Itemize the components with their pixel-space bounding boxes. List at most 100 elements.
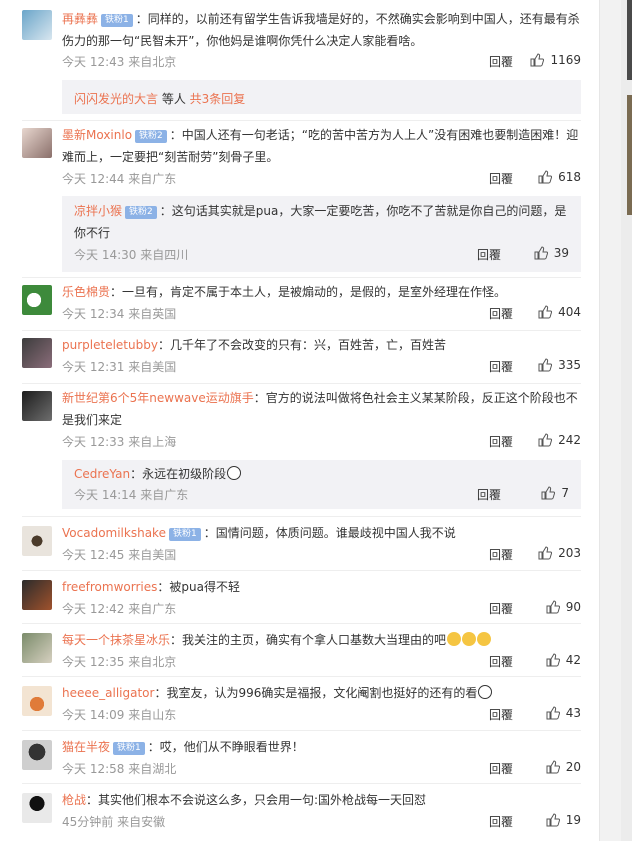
- reply-text: ：永远在初级阶段: [130, 467, 227, 481]
- reply-button[interactable]: 回覆: [489, 706, 513, 723]
- sidebar-image: [627, 95, 632, 215]
- divider: [22, 330, 581, 331]
- avatar[interactable]: [22, 10, 52, 40]
- reply-button[interactable]: 回覆: [489, 813, 513, 830]
- comment-body: purpleteletubby：几千年了不会改变的只有：兴，百姓苦，亡，百姓苦: [62, 334, 581, 356]
- avatar[interactable]: [22, 686, 52, 716]
- like-button[interactable]: 404: [538, 305, 581, 319]
- comment-time: 45分钟前 来自安徽: [62, 815, 166, 829]
- reply-button[interactable]: 回覆: [489, 305, 513, 322]
- expand-user: 闪闪发光的大言: [74, 92, 159, 106]
- username-link[interactable]: 每天一个抹茶星冰乐: [62, 633, 170, 647]
- username-link[interactable]: Vocadomilkshake: [62, 526, 166, 540]
- fan-badge[interactable]: 铁粉2: [125, 206, 157, 219]
- comment-time: 今天 12:44 来自广东: [62, 172, 177, 186]
- username-link[interactable]: 乐色棉贵: [62, 285, 110, 299]
- fan-badge[interactable]: 铁粉1: [113, 742, 145, 755]
- avatar[interactable]: [22, 633, 52, 663]
- reply-button[interactable]: 回覆: [489, 358, 513, 375]
- expand-replies-link[interactable]: 闪闪发光的大言 等人 共3条回复: [74, 90, 245, 107]
- avatar[interactable]: [22, 580, 52, 610]
- comment-time: 今天 12:34 来自英国: [62, 307, 177, 321]
- divider: [22, 120, 581, 121]
- thumb-up-icon: [541, 486, 556, 500]
- like-button[interactable]: 1169: [530, 53, 581, 67]
- like-button[interactable]: 203: [538, 546, 581, 560]
- thumb-up-icon: [530, 53, 545, 67]
- avatar[interactable]: [22, 128, 52, 158]
- reply-button[interactable]: 回覆: [489, 170, 513, 187]
- comment-time: 今天 12:58 来自湖北: [62, 762, 177, 776]
- divider: [22, 730, 581, 731]
- reply-button[interactable]: 回覆: [477, 246, 501, 263]
- fan-badge[interactable]: 铁粉1: [101, 14, 133, 27]
- like-button[interactable]: 618: [538, 170, 581, 184]
- divider: [22, 383, 581, 384]
- comment-time: 今天 12:31 来自美国: [62, 360, 177, 374]
- like-button[interactable]: 90: [546, 600, 581, 614]
- username-link[interactable]: 凉拌小猴: [74, 204, 122, 218]
- reply-button[interactable]: 回覆: [489, 433, 513, 450]
- username-link[interactable]: CedreYan: [74, 467, 130, 481]
- avatar[interactable]: [22, 338, 52, 368]
- comment-body: 新世纪第6个5年newwave运动旗手：官方的说法叫做将色社会主义某某阶段，反正…: [62, 387, 581, 431]
- comment-body: heeee_alligator：我室友，认为996确实是福报，文化阉割也挺好的还…: [62, 682, 581, 704]
- username-link[interactable]: heeee_alligator: [62, 686, 154, 700]
- like-button[interactable]: 19: [546, 813, 581, 827]
- comment-meta: 今天 12:58 来自湖北 回覆 20: [62, 760, 581, 780]
- username-link[interactable]: purpleteletubby: [62, 338, 158, 352]
- comment-time: 今天 12:33 来自上海: [62, 435, 177, 449]
- comment-meta: 今天 14:09 来自山东 回覆 43: [62, 706, 581, 726]
- avatar[interactable]: [22, 793, 52, 823]
- comment-meta: 45分钟前 来自安徽 回覆 19: [62, 813, 581, 833]
- comment-body: Vocadomilkshake 铁粉1 ：国情问题，体质问题。谁最歧视中国人我不说: [62, 522, 581, 544]
- reply-time: 今天 14:14 来自广东: [74, 488, 189, 502]
- like-count: 1169: [550, 53, 581, 67]
- reply-button[interactable]: 回覆: [489, 546, 513, 563]
- like-button[interactable]: 43: [546, 706, 581, 720]
- avatar[interactable]: [22, 740, 52, 770]
- reply-button[interactable]: 回覆: [489, 760, 513, 777]
- username-link[interactable]: 墨新Moxinlo: [62, 128, 132, 142]
- thumb-up-icon: [538, 170, 553, 184]
- like-button[interactable]: 7: [541, 486, 569, 500]
- thumb-up-icon: [546, 706, 560, 720]
- thumb-up-icon: [546, 653, 560, 667]
- like-button[interactable]: 242: [538, 433, 581, 447]
- comment-body: freefromworries：被pua得不轻: [62, 576, 581, 598]
- avatar[interactable]: [22, 285, 52, 315]
- thumb-up-icon: [546, 600, 560, 614]
- fan-badge[interactable]: 铁粉2: [135, 130, 167, 143]
- username-link[interactable]: 再彝彝: [62, 12, 98, 26]
- like-button[interactable]: 20: [546, 760, 581, 774]
- like-button[interactable]: 42: [546, 653, 581, 667]
- like-button[interactable]: 39: [534, 246, 569, 260]
- username-link[interactable]: 新世纪第6个5年newwave运动旗手: [62, 391, 254, 405]
- divider: [22, 516, 581, 517]
- comment-body: 猫在半夜 铁粉1 ：哎，他们从不睁眼看世界！: [62, 736, 581, 758]
- comment-meta: 今天 12:45 来自美国 回覆 203: [62, 546, 581, 566]
- comment-text: ：我关注的主页，确实有个拿人口基数大当理由的吧: [170, 633, 447, 647]
- thumb-up-icon: [546, 813, 560, 827]
- comment-text: ：哎，他们从不睁眼看世界！: [147, 740, 304, 754]
- replies-expand-box[interactable]: 闪闪发光的大言 等人 共3条回复: [62, 80, 581, 114]
- username-link[interactable]: 枪战: [62, 793, 86, 807]
- divider: [22, 623, 581, 624]
- username-link[interactable]: 猫在半夜: [62, 740, 110, 754]
- sub-reply: 凉拌小猴 铁粉2 ：这句话其实就是pua，大家一定要吃苦，你吃不了苦就是你自己的问题…: [62, 196, 581, 272]
- emoji-icon: [477, 632, 492, 646]
- sub-reply-body: 凉拌小猴 铁粉2 ：这句话其实就是pua，大家一定要吃苦，你吃不了苦就是你自己的问题…: [74, 200, 569, 244]
- like-button[interactable]: 335: [538, 358, 581, 372]
- reply-button[interactable]: 回覆: [489, 600, 513, 617]
- reply-button[interactable]: 回覆: [489, 53, 513, 70]
- username-link[interactable]: freefromworries: [62, 580, 157, 594]
- reply-button[interactable]: 回覆: [489, 653, 513, 670]
- avatar[interactable]: [22, 391, 52, 421]
- comment-meta: 今天 12:42 来自广东 回覆 90: [62, 600, 581, 620]
- comment-meta: 今天 12:33 来自上海 回覆 242: [62, 433, 581, 453]
- avatar[interactable]: [22, 526, 52, 556]
- fan-badge[interactable]: 铁粉1: [168, 528, 201, 541]
- like-count: 404: [558, 305, 581, 319]
- like-count: 203: [558, 546, 581, 560]
- reply-button[interactable]: 回覆: [477, 486, 501, 503]
